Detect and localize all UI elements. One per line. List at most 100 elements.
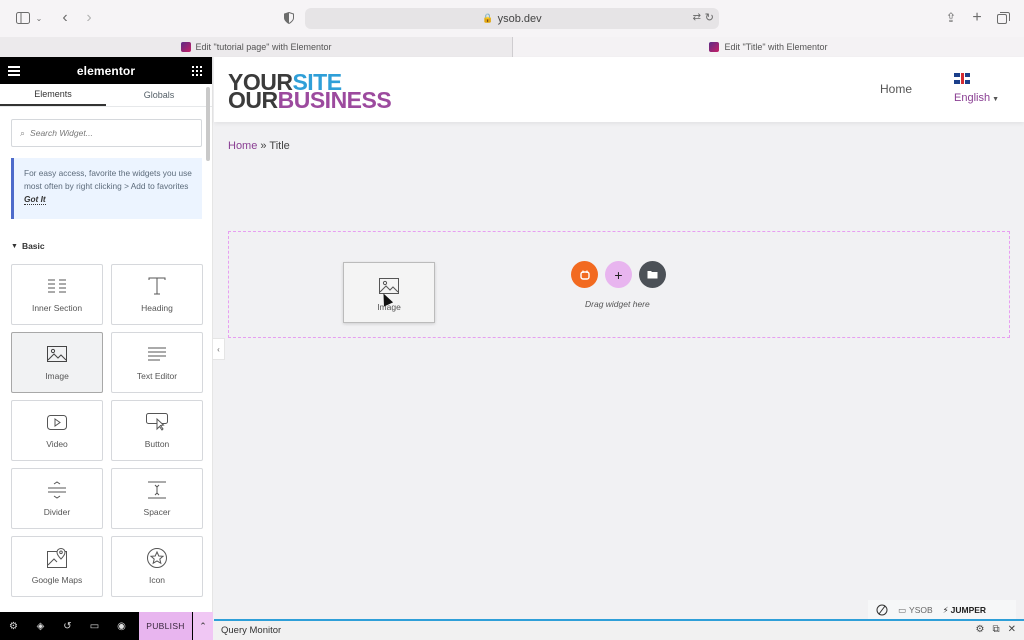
panel-header: elementor bbox=[0, 57, 212, 84]
map-icon bbox=[46, 547, 68, 569]
lightning-icon: ⚡ bbox=[942, 604, 949, 615]
widget-label: Icon bbox=[148, 575, 166, 585]
history-icon[interactable]: ↺ bbox=[54, 612, 81, 640]
share-icon[interactable]: ⇪ bbox=[942, 9, 960, 27]
tab-globals[interactable]: Globals bbox=[106, 84, 212, 106]
nav-home-link[interactable]: Home bbox=[880, 82, 912, 96]
shield-icon[interactable] bbox=[280, 9, 298, 27]
widget-heading[interactable]: Heading bbox=[111, 264, 203, 325]
chevron-down-icon[interactable]: ⌄ bbox=[34, 9, 44, 27]
query-monitor-title: Query Monitor bbox=[221, 625, 282, 636]
section-title: Basic bbox=[21, 241, 45, 251]
button-icon bbox=[146, 411, 168, 433]
publish-options-icon[interactable]: ⌃ bbox=[193, 612, 213, 640]
layers-icon[interactable]: ◈ bbox=[27, 612, 54, 640]
add-template-icon[interactable] bbox=[571, 261, 598, 288]
text-editor-icon bbox=[146, 343, 168, 365]
new-tab-icon[interactable]: + bbox=[968, 9, 986, 27]
tab-label: Edit "tutorial page" with Elementor bbox=[195, 42, 332, 52]
url-bar[interactable]: 🔒 ysob.dev ⇄ ↻ bbox=[305, 8, 719, 29]
widget-label: Spacer bbox=[143, 507, 171, 517]
widget-button[interactable]: Button bbox=[111, 400, 203, 461]
publish-button[interactable]: PUBLISH bbox=[139, 612, 192, 640]
basic-section-header[interactable]: ▼ Basic bbox=[11, 241, 212, 251]
site-header: YOURSITE OURBUSINESS Home English ▼ bbox=[214, 57, 1024, 122]
translate-icon[interactable]: ⇄ bbox=[693, 12, 701, 23]
image-icon bbox=[46, 343, 68, 365]
caret-down-icon: ▼ bbox=[11, 242, 18, 250]
tab-label: Edit "Title" with Elementor bbox=[724, 42, 828, 52]
preview-icon[interactable]: ◉ bbox=[108, 612, 135, 640]
add-section-icon[interactable]: + bbox=[605, 261, 632, 288]
sidebar-toggle-icon[interactable] bbox=[14, 9, 32, 27]
forward-icon[interactable]: › bbox=[80, 9, 98, 27]
video-icon bbox=[46, 411, 68, 433]
got-it-link[interactable]: Got It bbox=[24, 194, 46, 205]
elementor-favicon-icon bbox=[180, 42, 191, 52]
elementor-favicon-icon bbox=[709, 42, 720, 52]
widget-label: Divider bbox=[43, 507, 71, 517]
admin-badge: ▭ YSOB ⚡ JUMPER bbox=[868, 600, 1016, 620]
browser-tab-title[interactable]: Edit "Title" with Elementor bbox=[512, 37, 1024, 57]
dragged-image-widget[interactable]: Image bbox=[343, 262, 435, 323]
widget-inner-section[interactable]: Inner Section bbox=[11, 264, 103, 325]
browser-tabs: Edit "tutorial page" with Elementor Edit… bbox=[0, 37, 1024, 57]
search-icon: ⌕ bbox=[20, 127, 26, 138]
browser-tab-tutorial[interactable]: Edit "tutorial page" with Elementor bbox=[0, 37, 512, 57]
widgets-grid-icon[interactable] bbox=[191, 65, 202, 76]
star-icon bbox=[146, 547, 168, 569]
breadcrumb: Home » Title bbox=[228, 140, 290, 152]
widget-icon[interactable]: Icon bbox=[111, 536, 203, 597]
wordpress-icon[interactable] bbox=[876, 604, 888, 616]
responsive-icon[interactable]: ▭ bbox=[81, 612, 108, 640]
elementor-logo: elementor bbox=[76, 63, 136, 78]
widget-text-editor[interactable]: Text Editor bbox=[111, 332, 203, 393]
panel-tabs: Elements Globals bbox=[0, 84, 212, 107]
heading-icon bbox=[146, 275, 168, 297]
window-icon: ▭ bbox=[898, 604, 907, 615]
popout-icon[interactable]: ⧉ bbox=[992, 624, 999, 635]
tab-elements[interactable]: Elements bbox=[0, 84, 106, 106]
url-text: ysob.dev bbox=[497, 12, 542, 25]
breadcrumb-home[interactable]: Home bbox=[228, 140, 257, 152]
query-monitor-bar[interactable]: Query Monitor ⚙ ⧉ ✕ bbox=[214, 619, 1024, 640]
elementor-panel: elementor Elements Globals ⌕ Search Widg… bbox=[0, 57, 213, 612]
widget-video[interactable]: Video bbox=[11, 400, 103, 461]
widget-label: Google Maps bbox=[31, 575, 83, 585]
ysob-link[interactable]: ▭ YSOB bbox=[898, 605, 933, 616]
back-icon[interactable]: ‹ bbox=[56, 9, 74, 27]
drop-zone-text: Drag widget here bbox=[585, 299, 650, 309]
language-selector[interactable]: English ▼ bbox=[954, 92, 999, 104]
breadcrumb-separator: » bbox=[260, 140, 267, 152]
site-logo-line2[interactable]: OURBUSINESS bbox=[228, 89, 392, 112]
widget-spacer[interactable]: Spacer bbox=[111, 468, 203, 529]
widget-label: Inner Section bbox=[31, 303, 83, 313]
breadcrumb-current: Title bbox=[269, 140, 290, 152]
widget-google-maps[interactable]: Google Maps bbox=[11, 536, 103, 597]
tip-text: For easy access, favorite the widgets yo… bbox=[24, 168, 192, 191]
uk-flag-icon[interactable] bbox=[954, 73, 970, 84]
jumper-link[interactable]: ⚡ JUMPER bbox=[943, 605, 986, 616]
folder-icon[interactable] bbox=[639, 261, 666, 288]
widget-label: Button bbox=[144, 439, 170, 449]
search-placeholder: Search Widget... bbox=[30, 128, 93, 138]
search-widget-input[interactable]: ⌕ Search Widget... bbox=[11, 119, 202, 147]
widget-label: Image bbox=[45, 371, 69, 381]
query-monitor-controls: ⚙ ⧉ ✕ bbox=[976, 624, 1017, 635]
widget-grid: Inner Section Heading Image Text Editor … bbox=[11, 264, 203, 597]
widget-divider[interactable]: Divider bbox=[11, 468, 103, 529]
lock-icon: 🔒 bbox=[482, 13, 494, 23]
browser-toolbar: ⌄ ‹ › 🔒 ysob.dev ⇄ ↻ ⇪ + bbox=[0, 0, 1024, 37]
spacer-icon bbox=[146, 479, 168, 501]
tab-overview-icon[interactable] bbox=[994, 9, 1012, 27]
menu-icon[interactable] bbox=[8, 65, 20, 76]
panel-scrollbar[interactable] bbox=[206, 87, 210, 161]
widget-image[interactable]: Image bbox=[11, 332, 103, 393]
drop-zone-actions: + bbox=[571, 261, 666, 288]
collapse-panel-icon[interactable]: ‹ bbox=[213, 338, 225, 360]
favorites-tip: For easy access, favorite the widgets yo… bbox=[11, 158, 202, 219]
close-icon[interactable]: ✕ bbox=[1008, 624, 1016, 635]
reload-icon[interactable]: ↻ bbox=[705, 11, 714, 24]
gear-icon[interactable]: ⚙ bbox=[976, 624, 985, 635]
settings-icon[interactable]: ⚙ bbox=[0, 612, 27, 640]
